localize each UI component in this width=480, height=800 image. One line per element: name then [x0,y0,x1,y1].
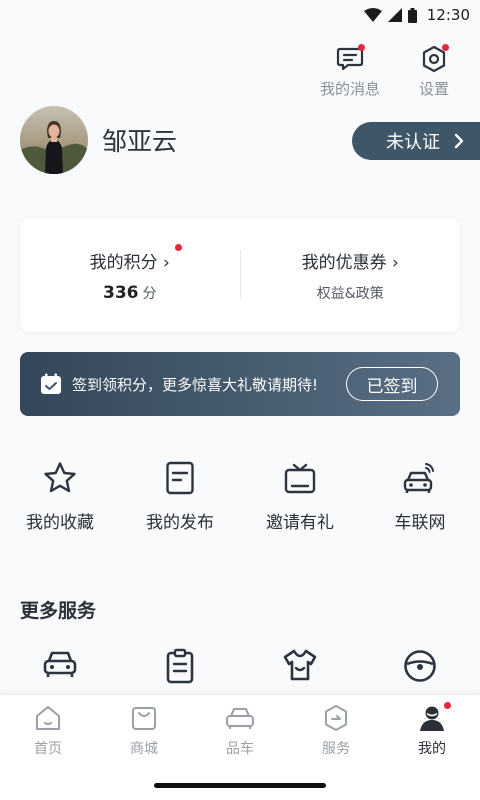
points-title-text: 我的积分 [89,252,158,273]
gift-box-icon [284,463,316,494]
settings-button[interactable]: 设置 [402,44,466,99]
quick-link-label: 车联网 [394,513,446,533]
calendar-icon [41,373,61,394]
points-value: 336 [103,282,139,303]
more-services-title: 更多服务 [20,600,97,622]
shopping-bag-icon [132,707,156,730]
star-icon [44,462,76,493]
quick-link-favorites[interactable]: 我的收藏 [0,458,120,533]
tab-label: 商城 [130,741,158,757]
quick-links: 我的收藏 我的发布 邀请有礼 车联网 [0,458,480,533]
points-card: 我的积分 › 336 分 我的优惠券 › 权益&政策 [20,218,460,332]
messages-label: 我的消息 [319,80,380,98]
avatar[interactable] [20,106,88,174]
user-icon [420,706,444,731]
coupons-subtitle: 权益&政策 [316,285,384,302]
quick-link-label: 我的收藏 [26,513,94,533]
chevron-right-icon: › [386,252,399,273]
cellular-signal-icon [387,8,402,22]
settings-badge [442,44,449,51]
tab-home[interactable]: 首页 [0,695,96,767]
connected-car-icon [403,463,434,493]
shirt-icon [283,649,317,681]
coupons-title: 我的优惠券 › [302,248,399,273]
quick-link-label: 邀请有礼 [266,513,334,533]
wifi-icon [363,8,382,22]
quick-link-label: 我的发布 [146,513,214,533]
tab-mall[interactable]: 商城 [96,695,192,767]
more-services-row [0,648,480,684]
tab-service[interactable]: 服务 [288,695,384,767]
checkin-button[interactable]: 已签到 [346,367,438,401]
user-name: 邹亚云 [102,127,178,156]
verification-label: 未认证 [386,132,440,153]
quick-link-posts[interactable]: 我的发布 [120,458,240,533]
service-orders[interactable] [120,648,240,684]
tab-label: 服务 [322,741,350,757]
settings-label: 设置 [418,80,449,98]
checkin-text: 签到领积分，更多惊喜大礼敬请期待! [72,375,319,394]
mine-badge [444,702,451,709]
home-icon [36,706,60,730]
service-icon [325,705,347,731]
tab-mine[interactable]: 我的 [384,695,480,767]
home-indicator [154,783,326,788]
status-time: 12:30 [426,6,470,24]
document-icon [166,461,194,495]
points-unit: 分 [142,285,157,302]
status-bar: 12:30 [0,0,480,30]
profile-header: 邹亚云 [20,106,177,174]
quick-link-connected-car[interactable]: 车联网 [360,458,480,533]
chevron-right-icon [454,133,464,149]
my-coupons[interactable]: 我的优惠券 › 权益&政策 [241,248,461,303]
clipboard-icon [166,648,194,684]
battery-icon [407,7,417,23]
checkin-banner: 签到领积分，更多惊喜大礼敬请期待! 已签到 [20,352,460,416]
bottom-tab-bar: 首页 商城 品车 服务 我的 [0,694,480,800]
service-driving[interactable] [360,648,480,684]
tab-cars[interactable]: 品车 [192,695,288,767]
service-car[interactable] [0,648,120,684]
tab-label: 我的 [418,741,446,757]
points-title: 我的积分 › [89,243,182,273]
coupons-title-text: 我的优惠券 [301,252,387,273]
points-badge [174,243,182,251]
car-icon [43,651,77,677]
tab-label: 品车 [226,741,254,757]
tab-label: 首页 [34,741,62,757]
my-points[interactable]: 我的积分 › 336 分 [20,243,240,303]
chevron-right-icon: › [157,252,170,273]
messages-badge [358,44,365,51]
steering-wheel-icon [404,650,436,682]
verification-button[interactable]: 未认证 [352,122,480,160]
service-merch[interactable] [240,648,360,684]
car-icon [226,708,254,729]
points-value-row: 336 分 [103,283,157,303]
quick-link-invite[interactable]: 邀请有礼 [240,458,360,533]
messages-button[interactable]: 我的消息 [318,44,382,99]
top-actions: 我的消息 设置 [318,44,466,99]
